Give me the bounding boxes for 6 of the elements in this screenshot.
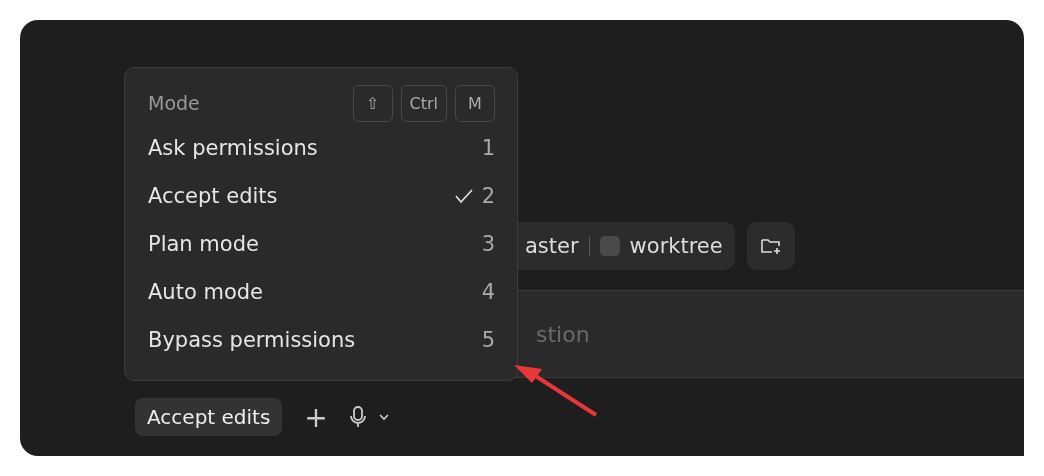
worktree-label: worktree	[629, 234, 723, 258]
key-cap: M	[455, 84, 495, 122]
menu-title: Mode	[148, 92, 200, 114]
branch-name: aster	[525, 234, 579, 258]
key-cap: ⇧	[352, 84, 393, 122]
key-cap: Ctrl	[400, 84, 447, 122]
